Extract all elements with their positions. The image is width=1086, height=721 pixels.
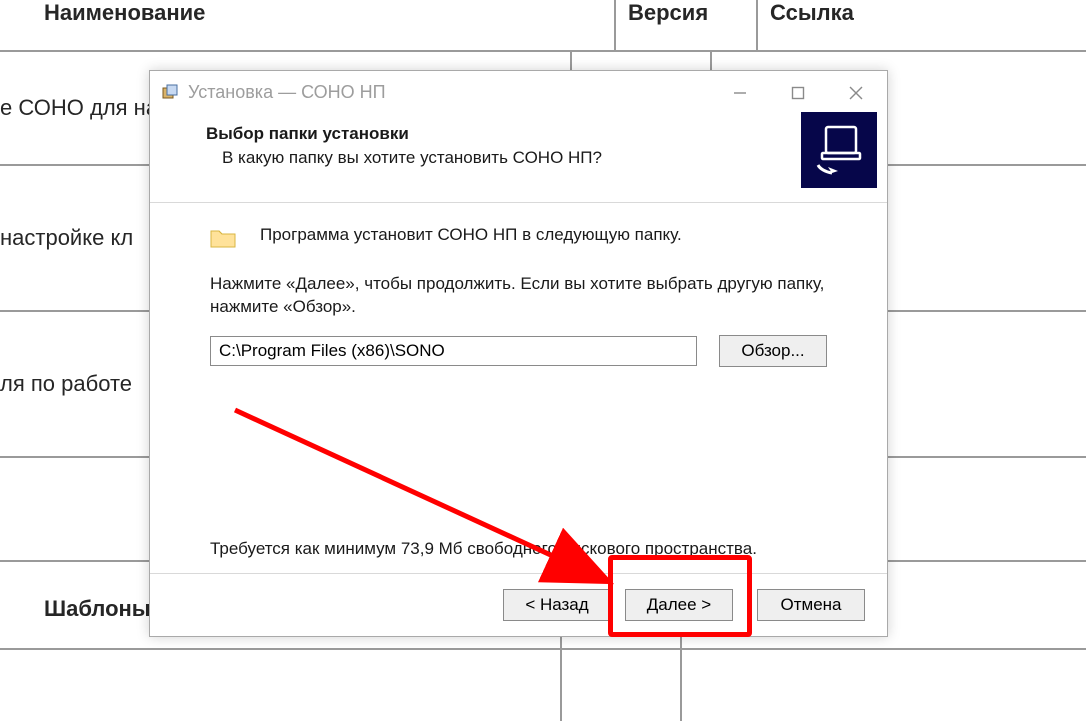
installer-window: Установка — СОНО НП Выбор папки установк… — [149, 70, 888, 637]
col-header-link: Ссылка — [756, 0, 920, 50]
wizard-subtitle: В какую папку вы хотите установить СОНО … — [206, 148, 867, 168]
installer-logo-icon — [801, 112, 877, 188]
cancel-button[interactable]: Отмена — [757, 589, 865, 621]
browse-button[interactable]: Обзор... — [719, 335, 827, 367]
back-button[interactable]: < Назад — [503, 589, 611, 621]
wizard-header: Выбор папки установки В какую папку вы х… — [150, 114, 887, 202]
folder-icon — [210, 227, 236, 249]
next-button[interactable]: Далее > — [625, 589, 733, 621]
table-header-row: Наименование Версия Ссылка — [0, 0, 1086, 52]
col-header-version: Версия — [614, 0, 756, 50]
disk-space-text: Требуется как минимум 73,9 Мб свободного… — [210, 539, 757, 559]
maximize-button[interactable] — [769, 73, 827, 113]
install-path-input[interactable] — [210, 336, 697, 366]
wizard-footer: < Назад Далее > Отмена — [150, 573, 887, 636]
wizard-body: Программа установит СОНО НП в следующую … — [150, 203, 887, 573]
col-header-name: Наименование — [0, 0, 614, 50]
instruction-text: Нажмите «Далее», чтобы продолжить. Если … — [210, 273, 827, 319]
intro-text: Программа установит СОНО НП в следующую … — [260, 225, 682, 245]
installer-app-icon — [160, 83, 180, 103]
titlebar[interactable]: Установка — СОНО НП — [150, 71, 887, 114]
horizontal-divider — [0, 648, 1086, 650]
window-title: Установка — СОНО НП — [188, 82, 711, 103]
wizard-title: Выбор папки установки — [206, 124, 867, 144]
minimize-button[interactable] — [711, 73, 769, 113]
templates-heading: Шаблоны — [44, 596, 151, 622]
close-button[interactable] — [827, 73, 885, 113]
